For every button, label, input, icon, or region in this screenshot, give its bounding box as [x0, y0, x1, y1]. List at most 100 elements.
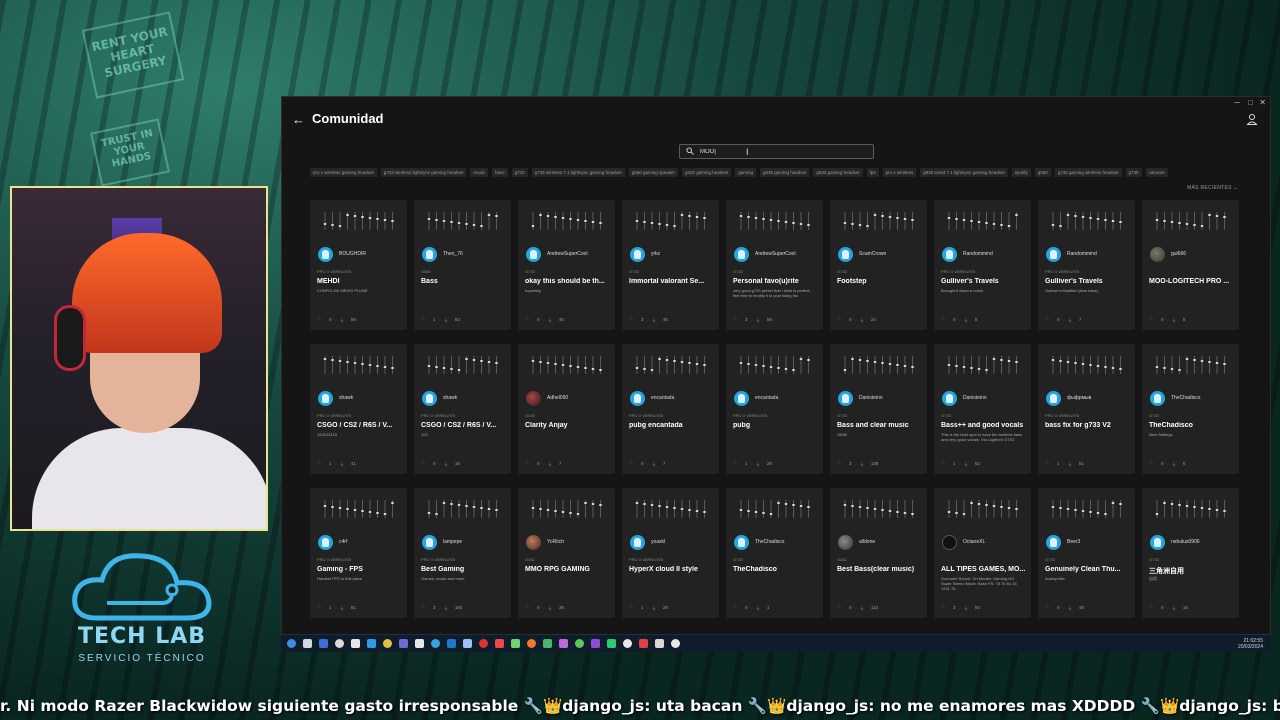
preset-card[interactable]: lampepe PRO X WIRELESS Best Gaming Games… [414, 488, 511, 618]
logitech-icon[interactable] [607, 639, 616, 648]
tag-chip[interactable]: g635 gaming headset [760, 168, 810, 177]
download-icon[interactable]: ⤓ [1069, 317, 1071, 322]
download-icon[interactable]: ⤓ [445, 461, 447, 466]
author-avatar[interactable] [318, 535, 333, 550]
author-name[interactable]: OctaneXL [963, 539, 985, 545]
author-name[interactable]: фыфрмыв [1067, 395, 1091, 401]
file-explorer-icon[interactable] [383, 639, 392, 648]
tag-chip[interactable]: gaming [735, 168, 757, 177]
author-avatar[interactable] [630, 247, 645, 262]
author-avatar[interactable] [1046, 247, 1061, 262]
settings-icon[interactable] [623, 639, 632, 648]
download-icon[interactable]: ⤓ [653, 605, 655, 610]
download-icon[interactable]: ⤓ [1069, 605, 1071, 610]
tag-chip[interactable]: g735 [1125, 168, 1142, 177]
download-icon[interactable]: ⤓ [1173, 605, 1175, 610]
author-avatar[interactable] [734, 391, 749, 406]
heart-icon[interactable]: ♡ [941, 461, 945, 466]
tag-chip[interactable]: g733 [511, 168, 528, 177]
minimize-icon[interactable]: ─ [1234, 98, 1240, 107]
download-icon[interactable]: ⤓ [445, 317, 447, 322]
chrome-icon[interactable] [351, 639, 360, 648]
download-icon[interactable]: ⤓ [1069, 461, 1071, 466]
download-icon[interactable]: ⤓ [861, 461, 863, 466]
app-icon[interactable] [671, 639, 680, 648]
task-view-icon[interactable] [319, 639, 328, 648]
heart-icon[interactable]: ♡ [629, 605, 633, 610]
heart-icon[interactable]: ♡ [1149, 605, 1153, 610]
download-icon[interactable]: ⤓ [549, 605, 551, 610]
heart-icon[interactable]: ♡ [1045, 605, 1049, 610]
author-avatar[interactable] [318, 247, 333, 262]
author-avatar[interactable] [838, 247, 853, 262]
download-icon[interactable]: ⤓ [341, 605, 343, 610]
author-name[interactable]: lampepe [443, 539, 462, 545]
author-name[interactable]: Danisteinn [859, 395, 883, 401]
author-avatar[interactable] [630, 535, 645, 550]
gear-icon[interactable] [655, 639, 664, 648]
preset-card[interactable]: shawk PRO X WIRELESS CSGO / CS2 / R6S / … [310, 344, 407, 474]
preset-card[interactable]: alldone G432 Best Bass(clear music) ♡ 0 ⤓… [830, 488, 927, 618]
preset-card[interactable]: yoaskl PRO X WIRELESS HyperX cloud II st… [622, 488, 719, 618]
tag-chip[interactable]: g633 gaming headset [813, 168, 863, 177]
preset-card[interactable]: YoRitch G432 MMO RPG GAMING ♡ 0 ⤓ 38 [518, 488, 615, 618]
author-name[interactable]: shawk [339, 395, 353, 401]
download-icon[interactable]: ⤓ [1173, 317, 1175, 322]
search-input[interactable] [700, 145, 860, 158]
download-icon[interactable]: ⤓ [341, 461, 343, 466]
download-icon[interactable]: ⤓ [757, 461, 759, 466]
preset-card[interactable]: nebulus0906 G733 三角洲自用 自用 ♡ 0 ⤓ 16 [1142, 488, 1239, 618]
preset-card[interactable]: OctaneXL ALL TIPES GAMES, MO... Surround… [934, 488, 1031, 618]
author-name[interactable]: AndrewSuperCool [547, 251, 588, 257]
author-avatar[interactable] [318, 391, 333, 406]
heart-icon[interactable]: ♡ [421, 605, 425, 610]
preset-card[interactable]: encantada PRO X WIRELESS pubg ♡ 1 ⤓ 28 [726, 344, 823, 474]
tag-chip[interactable]: spotify [1011, 168, 1031, 177]
author-name[interactable]: yoaskl [651, 539, 665, 545]
heart-icon[interactable]: ♡ [421, 317, 425, 322]
author-avatar[interactable] [422, 391, 437, 406]
blender-icon[interactable] [527, 639, 536, 648]
heart-icon[interactable]: ♡ [733, 317, 737, 322]
user-icon[interactable] [1246, 113, 1258, 125]
preset-card[interactable]: Danisteinn G733 Bass++ and good vocals T… [934, 344, 1031, 474]
preset-card[interactable]: AndrewSuperCool G733 okay this should be… [518, 200, 615, 330]
download-icon[interactable]: ⤓ [549, 461, 551, 466]
author-name[interactable]: YoRitch [547, 539, 564, 545]
heart-icon[interactable]: ♡ [837, 605, 841, 610]
author-avatar[interactable] [630, 391, 645, 406]
heart-icon[interactable]: ♡ [525, 605, 529, 610]
author-avatar[interactable] [942, 247, 957, 262]
preset-card[interactable]: TheChadisco G733 TheChadisco New Setting… [1142, 344, 1239, 474]
heart-icon[interactable]: ♡ [525, 461, 529, 466]
download-icon[interactable]: ⤓ [965, 317, 967, 322]
preset-card[interactable]: Beer3 G733 Genuinely Clean Thu... Audiop… [1038, 488, 1135, 618]
author-name[interactable]: Danisteinn [963, 395, 987, 401]
download-icon[interactable]: ⤓ [757, 317, 759, 322]
tag-chip[interactable]: g935 wired 7.1 lightsync gaming headset [920, 168, 1008, 177]
heart-icon[interactable]: ♡ [941, 605, 945, 610]
preset-card[interactable]: yrkz G733 Immortal valorant Se... ♡ 3 ⤓ 46 [622, 200, 719, 330]
heart-icon[interactable]: ♡ [1149, 317, 1153, 322]
tag-chip[interactable]: pro x wireless gaming headset [310, 168, 377, 177]
tag-chip[interactable]: bass [492, 168, 508, 177]
heart-icon[interactable]: ♡ [941, 317, 945, 322]
heart-icon[interactable]: ♡ [837, 317, 841, 322]
preset-card[interactable]: encantada PRO X WIRELESS pubg encantada … [622, 344, 719, 474]
download-icon[interactable]: ⤓ [861, 605, 863, 610]
youtube-icon[interactable] [495, 639, 504, 648]
author-avatar[interactable] [526, 535, 541, 550]
preset-card[interactable]: Randommind PRO X WIRELESS Gulliver's Tra… [1038, 200, 1135, 330]
author-avatar[interactable] [422, 247, 437, 262]
vscode-icon[interactable] [447, 639, 456, 648]
author-name[interactable]: encantada [651, 395, 674, 401]
author-name[interactable]: BOUGHDIR [339, 251, 366, 257]
whatsapp-icon[interactable] [543, 639, 552, 648]
download-icon[interactable]: ⤓ [653, 317, 655, 322]
download-icon[interactable]: ⤓ [861, 317, 863, 322]
download-icon[interactable]: ⤓ [757, 605, 759, 610]
author-name[interactable]: encantada [755, 395, 778, 401]
author-avatar[interactable] [526, 247, 541, 262]
author-avatar[interactable] [838, 391, 853, 406]
author-name[interactable]: TheChadisco [755, 539, 784, 545]
